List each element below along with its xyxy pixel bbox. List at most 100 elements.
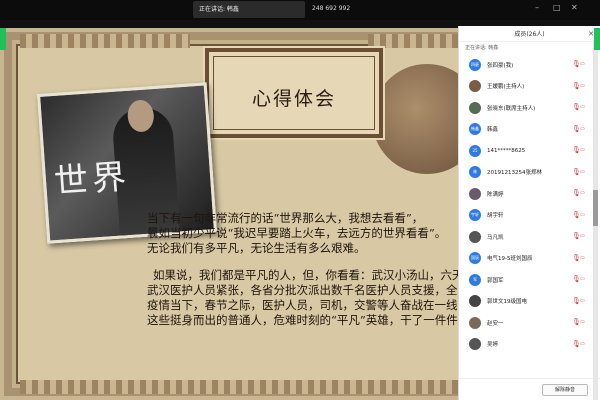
- participant-name: 郭国军: [487, 277, 504, 284]
- participant-row[interactable]: 国辰 电气19-5班刘国辰 🎙 ▭: [459, 248, 600, 270]
- close-icon[interactable]: ✕: [571, 4, 579, 12]
- participant-row[interactable]: 四豪 张四豪(我) 🎙 ▭: [459, 54, 600, 76]
- photo-blackboard-text: 世界: [52, 156, 132, 203]
- slide-title: 心得体会: [251, 88, 336, 110]
- camera-off-icon[interactable]: ▭: [580, 125, 590, 134]
- avatar: [469, 230, 481, 243]
- camera-off-icon[interactable]: ▭: [580, 211, 590, 220]
- mic-muted-icon[interactable]: 🎙: [572, 340, 581, 349]
- camera-off-icon[interactable]: ▭: [580, 340, 590, 349]
- panel-header: 成员(26人) ✕: [459, 26, 600, 42]
- participant-row[interactable]: 赵安一 🎙 ▭: [459, 312, 600, 334]
- avatar: 韩鑫: [469, 123, 481, 136]
- mic-muted-icon[interactable]: 🎙: [572, 275, 581, 284]
- slide-body: 当下有一句非常流行的话“世界那么大，我想去看看”， 曩如当初少平说“我迟早要踏上…: [147, 211, 467, 328]
- top-bar: 正在讲话: 韩鑫 248 692 992 – □ ✕: [0, 0, 600, 20]
- participant-name: 王媛鹏(主持人): [487, 84, 525, 91]
- mic-muted-icon[interactable]: 🎙: [572, 125, 581, 134]
- participant-row[interactable]: 25 141*****8625 🎙 ▭: [459, 140, 600, 162]
- camera-off-icon[interactable]: ▭: [580, 168, 590, 177]
- camera-off-icon[interactable]: ▭: [580, 103, 590, 112]
- participant-name: 电气19-5班刘国辰: [487, 256, 533, 263]
- camera-off-icon[interactable]: ▭: [580, 297, 590, 306]
- unmute-all-button[interactable]: 解除静音: [542, 384, 588, 396]
- body-line: 武汉医护人员紧张，各省分批次派出数千名医护人员支援，全国: [147, 283, 467, 297]
- mic-muted-icon[interactable]: 🎙: [572, 146, 581, 155]
- mic-muted-icon[interactable]: 🎙: [572, 254, 581, 263]
- maximize-icon[interactable]: □: [553, 4, 561, 12]
- paragraph-2: 如果说，我们都是平凡的人，但，你看看：武汉小汤山，六天 武汉医护人员紧张，各省分…: [147, 268, 467, 328]
- body-line: 疫情当下，春节之际，医护人员，司机，交警等人奋战在一线。: [147, 298, 467, 312]
- participant-row[interactable]: 韩鑫 韩鑫 🎙 ▭: [459, 119, 600, 141]
- camera-off-icon[interactable]: ▭: [580, 254, 590, 263]
- avatar: 宇轩: [469, 209, 481, 222]
- mic-muted-icon[interactable]: 🎙: [572, 318, 581, 327]
- camera-off-icon[interactable]: ▭: [580, 82, 590, 91]
- camera-off-icon[interactable]: ▭: [580, 146, 590, 155]
- body-line: 这些挺身而出的普通人，危难时刻的“平凡”英雄，干了一件件: [147, 313, 458, 327]
- avatar: [469, 316, 481, 329]
- participant-name: 赵安一: [487, 320, 504, 327]
- paragraph-1: 当下有一句非常流行的话“世界那么大，我想去看看”， 曩如当初少平说“我迟早要踏上…: [147, 211, 467, 256]
- participant-row[interactable]: 林 20191213254张郑林 🎙 ▭: [459, 162, 600, 184]
- camera-off-icon[interactable]: ▭: [580, 232, 590, 241]
- camera-off-icon[interactable]: ▭: [580, 275, 590, 284]
- panel-footer: 解除静音: [459, 378, 600, 400]
- camera-off-icon[interactable]: ▭: [580, 318, 590, 327]
- focus-marker-left: [0, 28, 6, 50]
- body-line: 曩如当初少平说“我迟早要踏上火车，去远方的世界看看”。: [147, 226, 447, 240]
- participant-name: 张四豪(我): [487, 62, 514, 69]
- avatar: 国辰: [469, 252, 481, 265]
- participant-name: 张晓东(联席主持人): [487, 105, 536, 112]
- avatar: [469, 338, 481, 351]
- participant-name: 20191213254张郑林: [487, 170, 542, 177]
- camera-off-icon[interactable]: ▭: [580, 189, 590, 198]
- avatar: [469, 101, 481, 114]
- avatar: [469, 187, 481, 200]
- avatar: 军: [469, 273, 481, 286]
- panel-title: 成员(26人): [514, 31, 545, 38]
- avatar: 林: [469, 166, 481, 179]
- window-controls: – □ ✕: [535, 4, 579, 12]
- participant-row[interactable]: 王媛鹏(主持人) 🎙 ▭: [459, 76, 600, 98]
- panel-speaking-indicator: 正在讲话: 韩鑫: [465, 45, 499, 51]
- mic-muted-icon[interactable]: 🎙: [572, 297, 581, 306]
- decor-stripe-left: [20, 34, 190, 48]
- slide-title-box: 心得体会: [203, 46, 385, 140]
- participant-name: 141*****8625: [487, 147, 526, 154]
- avatar: [469, 80, 481, 93]
- mic-muted-icon[interactable]: 🎙: [572, 82, 581, 91]
- participant-name: 马凡凯: [487, 234, 504, 241]
- meeting-window: 正在讲话: 韩鑫 248 692 992 – □ ✕ 心得体会 世界 当下有一句…: [0, 0, 600, 400]
- mic-muted-icon[interactable]: 🎙: [572, 103, 581, 112]
- minimize-icon[interactable]: –: [535, 4, 543, 12]
- avatar: 四豪: [469, 58, 481, 71]
- mic-muted-icon[interactable]: 🎙: [572, 211, 581, 220]
- mic-muted-icon[interactable]: 🎙: [572, 60, 581, 69]
- camera-off-icon[interactable]: ▭: [580, 60, 590, 69]
- participant-row[interactable]: 郭世文19级国电 🎙 ▭: [459, 291, 600, 313]
- mic-muted-icon[interactable]: 🎙: [572, 232, 581, 241]
- participant-row[interactable]: 宇轩 胡宇轩 🎙 ▭: [459, 205, 600, 227]
- avatar: 25: [469, 144, 481, 157]
- participant-list: 四豪 张四豪(我) 🎙 ▭ 王媛鹏(主持人) 🎙 ▭ 张晓东(联席主持人) 🎙 ▭ 韩鑫 韩鑫 🎙 ▭ 25…: [459, 54, 600, 355]
- body-line: 无论我们有多平凡，无论生活有多么艰难。: [147, 241, 366, 255]
- avatar: [469, 295, 481, 308]
- participant-name: 韩鑫: [487, 127, 499, 134]
- body-line: 当下有一句非常流行的话“世界那么大，我想去看看”，: [147, 211, 424, 225]
- participant-row[interactable]: 马凡凯 🎙 ▭: [459, 226, 600, 248]
- participant-name: 吴婷: [487, 342, 499, 349]
- participant-name: 陈满婷: [487, 191, 504, 198]
- participant-row[interactable]: 张晓东(联席主持人) 🎙 ▭: [459, 97, 600, 119]
- participants-panel: 成员(26人) ✕ 正在讲话: 韩鑫 四豪 张四豪(我) 🎙 ▭ 王媛鹏(主持人) 🎙 ▭ 张…: [458, 26, 600, 400]
- focus-marker-right: [594, 28, 600, 50]
- participant-row[interactable]: 陈满婷 🎙 ▭: [459, 183, 600, 205]
- mic-muted-icon[interactable]: 🎙: [572, 168, 581, 177]
- participant-row[interactable]: 吴婷 🎙 ▭: [459, 334, 600, 356]
- participant-row[interactable]: 军郭国军 🎙 ▭: [459, 269, 600, 291]
- scrollbar-thumb[interactable]: [593, 190, 598, 226]
- participant-name: 郭世文19级国电: [487, 299, 527, 306]
- speaking-toast: 正在讲话: 韩鑫: [193, 1, 305, 18]
- mic-muted-icon[interactable]: 🎙: [572, 189, 581, 198]
- meeting-id: 248 692 992: [312, 5, 351, 12]
